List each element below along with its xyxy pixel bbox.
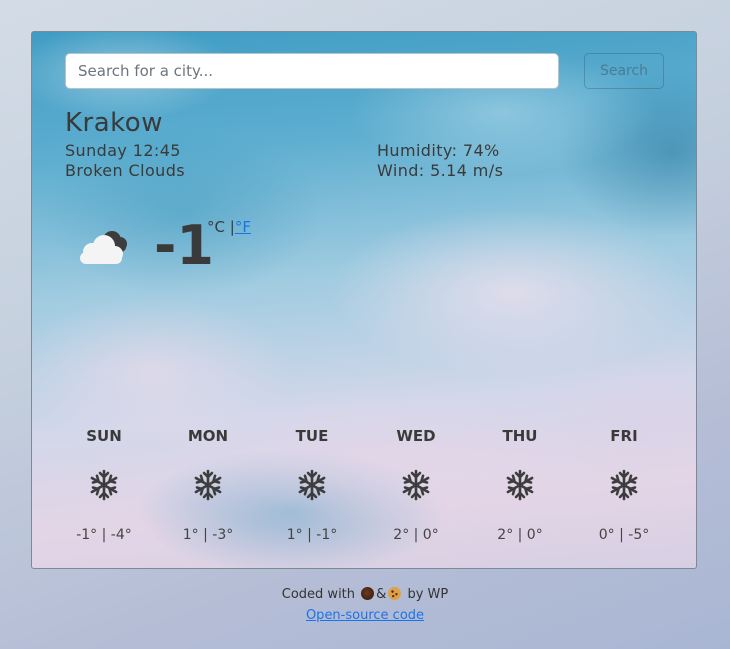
forecast-temps: 1° | -1°	[286, 527, 338, 543]
forecast-temps: 0° | -5°	[598, 527, 650, 543]
humidity-text: Humidity: 74%	[377, 141, 500, 160]
snowflake-icon	[90, 469, 118, 501]
forecast-temps: 1° | -3°	[182, 527, 234, 543]
forecast-day-name: FRI	[610, 427, 638, 445]
unit-separator: |	[224, 218, 235, 236]
forecast-day-name: THU	[502, 427, 538, 445]
forecast-row: SUN -1° | -4° MON 1° | -3° TUE 1° | -1° …	[52, 427, 676, 547]
city-name: Krakow	[65, 108, 163, 138]
unit-toggle: °C |°F	[207, 218, 251, 236]
forecast-day-name: TUE	[295, 427, 329, 445]
forecast-day: THU 2° | 0°	[468, 427, 572, 547]
current-datetime: Sunday 12:45	[65, 141, 181, 160]
weather-card: Search Krakow Sunday 12:45 Broken Clouds…	[31, 31, 697, 569]
forecast-temps: 2° | 0°	[497, 527, 543, 543]
footer-author: by WP	[407, 587, 449, 602]
snowflake-icon	[298, 469, 326, 501]
cookie-icon	[388, 587, 402, 600]
coffee-icon	[361, 587, 375, 600]
snowflake-icon	[194, 469, 222, 501]
footer-coded-with: Coded with	[281, 587, 356, 602]
forecast-day-name: WED	[396, 427, 436, 445]
forecast-temps: 2° | 0°	[393, 527, 439, 543]
forecast-day-name: SUN	[86, 427, 122, 445]
current-temperature: -1	[154, 214, 214, 277]
celsius-unit: °C	[207, 218, 225, 236]
footer-ampersand: &	[376, 587, 387, 602]
forecast-day: MON 1° | -3°	[156, 427, 260, 547]
forecast-temps: -1° | -4°	[76, 527, 132, 543]
city-search-input[interactable]	[65, 53, 559, 89]
current-condition: Broken Clouds	[65, 161, 185, 180]
footer-credit: Coded with & by WP	[0, 587, 730, 602]
search-button[interactable]: Search	[584, 53, 664, 89]
forecast-day: FRI 0° | -5°	[572, 427, 676, 547]
forecast-day: WED 2° | 0°	[364, 427, 468, 547]
open-source-code-link[interactable]: Open-source code	[306, 608, 424, 623]
forecast-day: TUE 1° | -1°	[260, 427, 364, 547]
forecast-day: SUN -1° | -4°	[52, 427, 156, 547]
wind-text: Wind: 5.14 m/s	[377, 161, 504, 180]
snowflake-icon	[506, 469, 534, 501]
broken-clouds-icon	[80, 231, 127, 264]
forecast-day-name: MON	[187, 427, 229, 445]
fahrenheit-link[interactable]: °F	[235, 218, 251, 236]
snowflake-icon	[610, 469, 638, 501]
snowflake-icon	[402, 469, 430, 501]
source-link-row: Open-source code	[0, 608, 730, 623]
